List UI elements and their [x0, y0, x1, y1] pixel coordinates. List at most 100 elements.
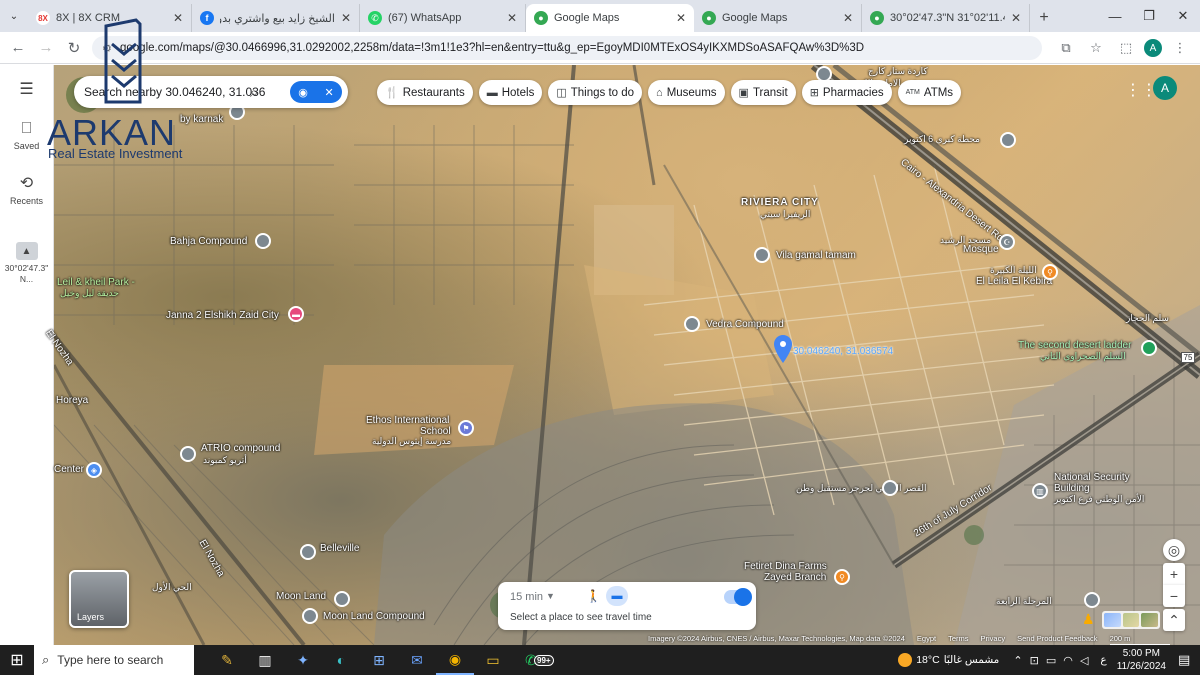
- search-chip[interactable]: ◉ ✕: [290, 81, 342, 103]
- place-marker[interactable]: [255, 233, 271, 249]
- place-label[interactable]: The second desert ladder: [1018, 340, 1131, 351]
- url-input[interactable]: ⚙ google.com/maps/@30.0466996,31.0292002…: [92, 36, 1042, 60]
- task-view-icon[interactable]: ▥: [246, 645, 284, 675]
- walking-mode-icon[interactable]: 🚶: [586, 589, 601, 603]
- mail-icon[interactable]: ✉: [398, 645, 436, 675]
- close-icon[interactable]: ✕: [676, 11, 686, 25]
- satellite-map[interactable]: [54, 65, 1200, 645]
- tab-google-maps-active[interactable]: ● Google Maps ✕: [526, 4, 694, 32]
- recents-button[interactable]: ⟲ Recents: [0, 173, 53, 206]
- scale-bar[interactable]: 200 m: [1109, 634, 1171, 645]
- search-highlight-icon[interactable]: ✎: [208, 645, 246, 675]
- park-label[interactable]: Leil & kheil Park -: [57, 277, 135, 288]
- bookmark-star-icon[interactable]: ☆: [1084, 36, 1108, 60]
- search-icon[interactable]: ⌕: [250, 84, 258, 101]
- chip-pharmacies[interactable]: ⊞ Pharmacies: [801, 80, 892, 105]
- close-icon[interactable]: ✕: [507, 11, 517, 25]
- back-button[interactable]: ←: [4, 34, 32, 62]
- restaurant-marker-icon[interactable]: ⚲: [1042, 264, 1058, 280]
- copilot-icon[interactable]: ✦: [284, 645, 322, 675]
- windows-start-icon[interactable]: ⊞: [0, 645, 34, 675]
- edge-icon[interactable]: ◐: [322, 645, 360, 675]
- tab-facebook[interactable]: f الشيخ زايد بيع واشتري بدون و... ✕: [192, 4, 360, 32]
- place-marker[interactable]: [180, 446, 196, 462]
- chip-things-to-do[interactable]: ◫ Things to do: [548, 80, 643, 105]
- place-label[interactable]: ATRIO compound: [201, 443, 280, 454]
- map-type-thumbnails[interactable]: [1102, 611, 1160, 629]
- place-marker[interactable]: [1084, 592, 1100, 608]
- store-icon[interactable]: ⊞: [360, 645, 398, 675]
- place-label[interactable]: Moon Land Compound: [323, 611, 425, 622]
- dropped-pin-icon[interactable]: [774, 335, 792, 363]
- extensions-icon[interactable]: ⬚: [1114, 36, 1138, 60]
- travel-time-dropdown[interactable]: 15 min: [510, 591, 543, 603]
- place-marker[interactable]: [754, 247, 770, 263]
- government-marker-icon[interactable]: ▥: [1032, 483, 1048, 499]
- pegman-icon[interactable]: ♟: [1082, 611, 1096, 629]
- account-avatar[interactable]: A: [1153, 76, 1177, 100]
- place-marker[interactable]: [300, 544, 316, 560]
- place-marker[interactable]: [684, 316, 700, 332]
- place-label[interactable]: Vila gamal tamam: [776, 250, 856, 261]
- more-menu-icon[interactable]: ⋮: [1168, 36, 1192, 60]
- place-label[interactable]: Ethos International: [366, 415, 449, 426]
- privacy-link[interactable]: Privacy: [981, 634, 1006, 645]
- restaurant-label[interactable]: Fetiret Dina Farms: [744, 561, 827, 572]
- input-language[interactable]: ع: [1100, 654, 1106, 666]
- hotel-marker-icon[interactable]: ▬: [288, 306, 304, 322]
- close-icon[interactable]: ✕: [843, 11, 853, 25]
- restore-button[interactable]: ❐: [1132, 0, 1166, 32]
- tab-whatsapp[interactable]: ✆ (67) WhatsApp ✕: [360, 4, 526, 32]
- driving-mode-icon[interactable]: ▬: [606, 586, 628, 606]
- system-icons[interactable]: ⌃ ⊡ ▭ ◠ ◁: [1013, 654, 1090, 667]
- layers-button[interactable]: Layers: [69, 570, 129, 628]
- feedback-link[interactable]: Send Product Feedback: [1017, 634, 1097, 645]
- expand-controls-button[interactable]: ⌃: [1163, 609, 1185, 631]
- shopping-marker-icon[interactable]: ◈: [86, 462, 102, 478]
- clock[interactable]: 5:00 PM 11/26/2024: [1117, 647, 1166, 673]
- school-marker-icon[interactable]: ⚑: [458, 420, 474, 436]
- terms-link[interactable]: Terms: [948, 634, 968, 645]
- chrome-icon[interactable]: ◉: [436, 645, 474, 675]
- chip-museums[interactable]: ⌂ Museums: [648, 80, 725, 105]
- zoom-out-button[interactable]: −: [1163, 585, 1185, 607]
- taskbar-search[interactable]: ⌕ Type here to search: [34, 645, 194, 675]
- tab-google-maps[interactable]: ● Google Maps ✕: [694, 4, 862, 32]
- chip-transit[interactable]: ▣ Transit: [730, 80, 796, 105]
- notification-center-icon[interactable]: ▤: [1178, 652, 1200, 668]
- zoom-in-button[interactable]: +: [1163, 563, 1185, 585]
- minimize-button[interactable]: —: [1098, 0, 1132, 32]
- place-marker[interactable]: [302, 608, 318, 624]
- clear-search-icon[interactable]: ✕: [324, 86, 333, 99]
- tab-coordinates[interactable]: ● 30°02'47.3"N 31°02'11.4"E - ✕: [862, 4, 1030, 32]
- place-marker[interactable]: [1141, 340, 1157, 356]
- profile-avatar[interactable]: A: [1144, 39, 1162, 57]
- close-window-button[interactable]: ✕: [1166, 0, 1200, 32]
- new-tab-button[interactable]: +: [1030, 4, 1058, 32]
- place-label[interactable]: Bahja Compound: [170, 236, 247, 247]
- place-marker[interactable]: [1000, 132, 1016, 148]
- place-marker[interactable]: [882, 480, 898, 496]
- file-explorer-icon[interactable]: ▭: [474, 645, 512, 675]
- recent-place-item[interactable]: ▲ 30°02'47.3" N...: [0, 242, 53, 285]
- install-app-icon[interactable]: ⧉: [1054, 36, 1078, 60]
- chip-hotels[interactable]: ▬ Hotels: [478, 80, 543, 105]
- my-location-button[interactable]: ◎: [1163, 539, 1185, 561]
- region-link[interactable]: Egypt: [917, 634, 936, 645]
- saved-button[interactable]: ⎕ Saved: [0, 120, 53, 151]
- chip-restaurants[interactable]: 🍴 Restaurants: [377, 80, 473, 105]
- close-icon[interactable]: ✕: [341, 11, 351, 25]
- place-label[interactable]: Janna 2 Elshikh Zaid City: [166, 310, 279, 321]
- chip-atms[interactable]: ATM ATMs: [897, 80, 962, 105]
- weather-widget[interactable]: 18°C مشمس غالبًا: [898, 653, 999, 667]
- station-label-ar[interactable]: محطة كبري 6 اكتوبر: [904, 134, 980, 145]
- whatsapp-icon[interactable]: ✆ 99+: [512, 645, 554, 675]
- place-label[interactable]: Belleville: [320, 543, 359, 554]
- mosque-marker-icon[interactable]: ☪: [999, 234, 1015, 250]
- close-icon[interactable]: ✕: [1011, 11, 1021, 25]
- place-label[interactable]: RIVIERA CITY: [741, 197, 819, 208]
- place-label[interactable]: Vedra Compound: [706, 319, 784, 330]
- place-label[interactable]: National Security: [1054, 472, 1130, 483]
- restaurant-label[interactable]: El Leila El Kebira: [976, 276, 1052, 287]
- restaurant-marker-icon[interactable]: ⚲: [834, 569, 850, 585]
